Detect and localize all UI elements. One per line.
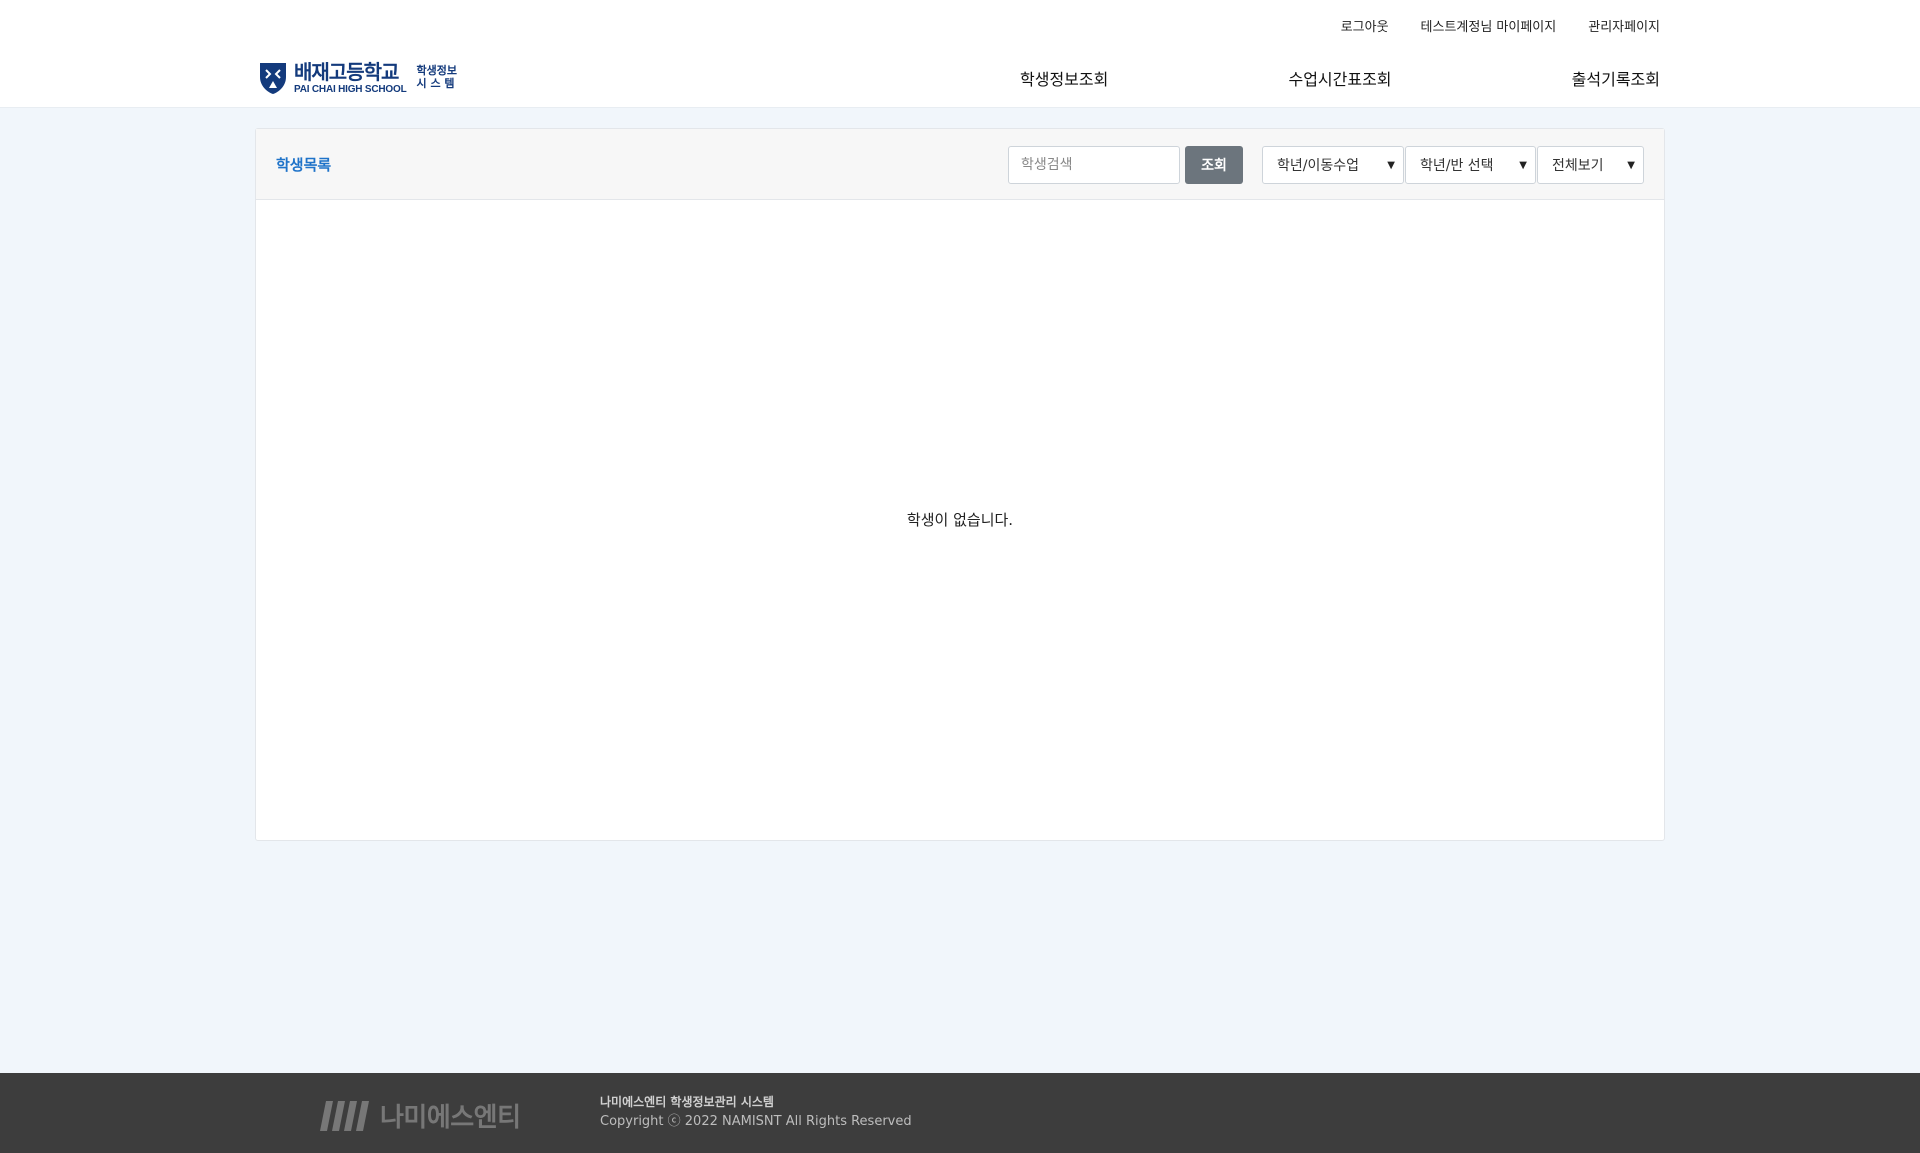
logout-link[interactable]: 로그아웃: [1341, 16, 1389, 35]
main-nav: 학생정보조회 수업시간표조회 출석기록조회: [1020, 66, 1660, 90]
mypage-link[interactable]: 테스트계정님 마이페이지: [1421, 16, 1557, 35]
company-mark-icon: [320, 1100, 369, 1131]
grade-moving-class-select[interactable]: 학년/이동수업 ▼: [1262, 146, 1404, 184]
nav-attendance[interactable]: 출석기록조회: [1572, 66, 1660, 90]
shield-icon: [260, 63, 286, 94]
admin-page-link[interactable]: 관리자페이지: [1588, 16, 1660, 35]
view-all-select[interactable]: 전체보기 ▼: [1537, 146, 1644, 184]
panel-title: 학생목록: [276, 156, 332, 174]
logo-sub-line2: 시 스 템: [416, 77, 455, 90]
grade-class-select[interactable]: 학년/반 선택 ▼: [1405, 146, 1536, 184]
logo-name-ko: 배재고등학교: [294, 59, 399, 84]
footer-info: 나미에스엔티 학생정보관리 시스템 Copyright ⓒ 2022 NAMIS…: [600, 1093, 912, 1133]
chevron-down-icon: ▼: [1387, 159, 1395, 171]
nav-student-info[interactable]: 학생정보조회: [1020, 66, 1108, 90]
logo-text: 배재고등학교 PAI CHAI HIGH SCHOOL: [294, 62, 407, 95]
panel-header: 학생목록 조회 학년/이동수업 ▼ 학년/반 선택 ▼ 전체보기 ▼: [256, 129, 1664, 200]
site-header: 로그아웃 테스트계정님 마이페이지 관리자페이지 배재고등학교 PAI CHAI…: [0, 0, 1920, 108]
site-footer: 나미에스엔티 나미에스엔티 학생정보관리 시스템 Copyright ⓒ 202…: [0, 1073, 1920, 1153]
chevron-down-icon: ▼: [1627, 159, 1635, 171]
student-list-panel: 학생목록 조회 학년/이동수업 ▼ 학년/반 선택 ▼ 전체보기 ▼ 학생이 없…: [255, 128, 1665, 841]
footer-system-name: 나미에스엔티 학생정보관리 시스템: [600, 1095, 774, 1109]
footer-copyright: Copyright ⓒ 2022 NAMISNT All Rights Rese…: [600, 1114, 912, 1130]
school-logo[interactable]: 배재고등학교 PAI CHAI HIGH SCHOOL 학생정보 시 스 템: [258, 60, 457, 96]
empty-state-message: 학생이 없습니다.: [906, 511, 1014, 529]
utility-nav: 로그아웃 테스트계정님 마이페이지 관리자페이지: [1341, 16, 1660, 35]
student-search-input[interactable]: [1008, 146, 1180, 184]
company-logo-name: 나미에스엔티: [380, 1103, 521, 1133]
grade-class-value: 학년/반 선택: [1420, 158, 1494, 174]
view-all-value: 전체보기: [1552, 158, 1604, 174]
chevron-down-icon: ▼: [1519, 159, 1527, 171]
grade-moving-class-value: 학년/이동수업: [1277, 158, 1359, 174]
company-logo: 나미에스엔티: [320, 1097, 521, 1134]
search-button[interactable]: 조회: [1185, 146, 1243, 184]
logo-name-en: PAI CHAI HIGH SCHOOL: [294, 83, 407, 95]
logo-subtitle: 학생정보 시 스 템: [417, 65, 457, 90]
nav-timetable[interactable]: 수업시간표조회: [1288, 66, 1391, 90]
